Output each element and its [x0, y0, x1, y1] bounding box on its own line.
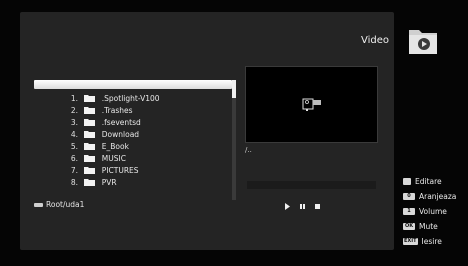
folder-icon	[84, 167, 96, 174]
folder-icon	[84, 179, 96, 186]
item-name: Download	[101, 130, 140, 139]
key-badge: OK	[403, 223, 415, 230]
item-name: .Spotlight-V100	[101, 94, 160, 103]
list-item[interactable]: 7. PICTURES	[64, 165, 139, 177]
play-icon[interactable]	[284, 203, 291, 210]
file-list: 1. .Spotlight-V100 2. .Trashes 3. .fseve…	[34, 80, 236, 200]
pause-icon[interactable]	[299, 203, 306, 210]
item-name: PICTURES	[101, 166, 139, 175]
help-label: Iesire	[421, 237, 442, 246]
item-number: 5.	[70, 142, 78, 151]
edit-key-icon	[403, 178, 411, 185]
help-mute: OK Mute	[403, 222, 438, 231]
video-camera-icon	[302, 98, 321, 111]
key-badge: 0	[403, 193, 415, 200]
playback-progress	[247, 181, 376, 189]
folder-icon	[84, 131, 96, 138]
video-folder-icon	[409, 30, 437, 54]
help-aranjeaza: 0 Aranjeaza	[403, 192, 456, 201]
item-name: E_Book	[101, 142, 129, 151]
list-item[interactable]: 4. Download	[64, 129, 139, 141]
item-number: 3.	[70, 118, 78, 127]
help-iesire: EXIT Iesire	[403, 237, 442, 246]
list-item[interactable]: 6. MUSIC	[64, 153, 126, 165]
scrollbar-thumb[interactable]	[232, 80, 236, 98]
current-path: Root/uda1	[34, 200, 84, 209]
item-number: 4.	[70, 130, 78, 139]
folder-icon	[84, 155, 96, 162]
item-number: 6.	[70, 154, 78, 163]
playback-controls	[284, 203, 321, 210]
help-label: Volume	[419, 207, 447, 216]
item-number: 7.	[70, 166, 78, 175]
item-name: .Trashes	[101, 106, 133, 115]
item-number: 8.	[70, 178, 78, 187]
stop-icon[interactable]	[314, 203, 321, 210]
help-editare: Editare	[403, 177, 442, 186]
list-item[interactable]: 8. PVR	[64, 177, 117, 189]
help-volume: 1 Volume	[403, 207, 447, 216]
folder-icon	[84, 119, 96, 126]
item-number: 1.	[70, 94, 78, 103]
item-number: 2.	[70, 106, 78, 115]
path-text: Root/uda1	[46, 200, 85, 209]
key-badge: EXIT	[403, 238, 418, 245]
page-title: Video	[361, 35, 390, 46]
item-name: PVR	[101, 178, 117, 187]
item-name: .fseventsd	[101, 118, 141, 127]
help-label: Editare	[415, 177, 442, 186]
help-label: Mute	[419, 222, 438, 231]
key-badge: 1	[403, 208, 415, 215]
list-item[interactable]: 3. .fseventsd	[64, 117, 141, 129]
folder-icon	[84, 95, 96, 102]
help-label: Aranjeaza	[419, 192, 457, 201]
preview-dir: /..	[245, 146, 252, 154]
selection-highlight	[34, 80, 232, 89]
folder-icon	[84, 107, 96, 114]
scrollbar[interactable]	[232, 80, 236, 200]
storage-icon	[34, 202, 43, 207]
item-name: MUSIC	[101, 154, 126, 163]
folder-icon	[84, 143, 96, 150]
preview-window	[245, 66, 378, 143]
list-item[interactable]: 2. .Trashes	[64, 105, 133, 117]
list-item[interactable]: 5. E_Book	[64, 141, 129, 153]
list-item[interactable]: 1. .Spotlight-V100	[64, 93, 160, 105]
